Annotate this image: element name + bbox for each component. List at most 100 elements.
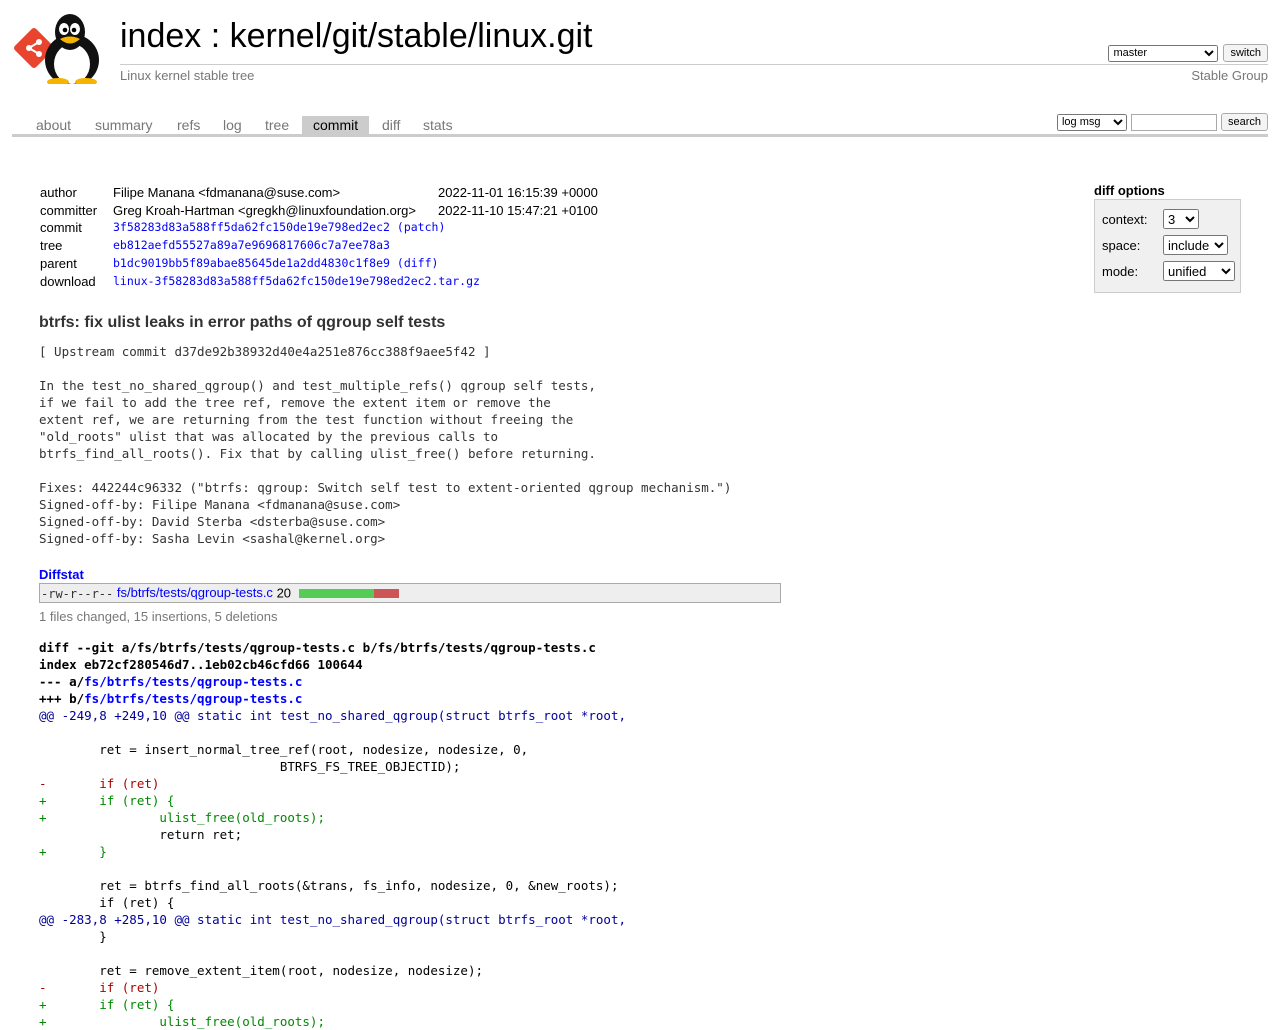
tree-hash-cell: eb812aefd55527a89a7e9696817606c7a7ee78a3 bbox=[113, 237, 598, 255]
diff-hunk-header: @@ -249,8 +249,10 @@ static int test_no_… bbox=[39, 707, 626, 724]
patch-paren: (patch) bbox=[396, 220, 446, 235]
tab-about[interactable]: about bbox=[25, 116, 82, 134]
space-label: space: bbox=[1102, 237, 1141, 253]
diff-removed-line: - if (ret) bbox=[39, 980, 160, 995]
diffstat-file-link[interactable]: fs/btrfs/tests/qgroup-tests.c bbox=[117, 585, 273, 600]
hunk-range: @@ -283,8 +285,10 @@ bbox=[39, 912, 190, 927]
diff-context-line: ret = insert_normal_tree_ref(root, nodes… bbox=[39, 742, 529, 757]
diff-context-line bbox=[39, 724, 626, 741]
diff-file-prefix: +++ b/ bbox=[39, 691, 85, 706]
committer-label: committer bbox=[40, 202, 98, 218]
commit-message-line: Signed-off-by: Sasha Levin <sashal@kerne… bbox=[39, 531, 386, 546]
space-row: space: include bbox=[1102, 235, 1228, 255]
deletions-bar bbox=[373, 589, 399, 599]
commit-message-line: [ Upstream commit d37de92b38932d40e4a251… bbox=[39, 344, 491, 359]
parent-hash-link[interactable]: b1dc9019bb5f89abae85645de1a2dd4830c1f8e9 bbox=[113, 256, 390, 270]
diff-added-line: + if (ret) { bbox=[39, 793, 175, 808]
insertions-bar bbox=[298, 589, 374, 599]
context-row: context: 3 bbox=[1102, 209, 1199, 229]
diff-context-line: ret = remove_extent_item(root, nodesize,… bbox=[39, 963, 484, 978]
context-label: context: bbox=[1102, 211, 1148, 227]
hunk-context: static int test_no_shared_qgroup(struct … bbox=[189, 912, 627, 927]
download-label: download bbox=[40, 273, 96, 289]
mode-label: mode: bbox=[1102, 263, 1139, 279]
diff-file-link[interactable]: fs/btrfs/tests/qgroup-tests.c bbox=[84, 691, 302, 706]
commit-hash-cell: 3f58283d83a588ff5da62fc150de19e798ed2ec2… bbox=[113, 219, 598, 237]
diff-removed-line: - if (ret) bbox=[39, 776, 160, 791]
diff-options-panel: diff options context: 3 space: include m… bbox=[1094, 183, 1241, 293]
diff-context-line: BTRFS_FS_TREE_OBJECTID); bbox=[39, 759, 461, 774]
diff-added-line: + if (ret) { bbox=[39, 997, 175, 1012]
repo-name-link[interactable]: kernel/git/stable/linux.git bbox=[230, 17, 593, 55]
author-row: author Filipe Manana <fdmanana@suse.com>… bbox=[40, 184, 598, 202]
diff-added-line: + ulist_free(old_roots); bbox=[39, 810, 325, 825]
author-label: author bbox=[40, 185, 77, 200]
commit-hash-link[interactable]: 3f58283d83a588ff5da62fc150de19e798ed2ec2 bbox=[113, 220, 390, 234]
commit-message-line: Signed-off-by: Filipe Manana <fdmanana@s… bbox=[39, 497, 401, 512]
title-separator: : bbox=[210, 17, 230, 55]
context-select[interactable]: 3 bbox=[1163, 209, 1199, 229]
space-select[interactable]: include bbox=[1163, 235, 1228, 255]
download-row: download linux-3f58283d83a588ff5da62fc15… bbox=[40, 273, 598, 291]
commit-message-line: Signed-off-by: David Sterba <dsterba@sus… bbox=[39, 514, 386, 529]
tree-row: tree eb812aefd55527a89a7e9696817606c7a7e… bbox=[40, 237, 598, 255]
diff-file-prefix: --- a/ bbox=[39, 674, 85, 689]
parent-diff-link[interactable]: diff bbox=[404, 256, 432, 270]
diff-header-line: --- a/fs/btrfs/tests/qgroup-tests.c bbox=[39, 673, 626, 690]
search-button[interactable]: search bbox=[1220, 113, 1268, 131]
diff-context-line bbox=[39, 945, 626, 962]
search-type-select[interactable]: log msg bbox=[1056, 113, 1127, 131]
search-form: log msg search bbox=[1056, 113, 1268, 131]
tab-tree[interactable]: tree bbox=[254, 116, 300, 134]
commit-info-table: author Filipe Manana <fdmanana@suse.com>… bbox=[40, 184, 598, 290]
diffstat-header-link[interactable]: Diffstat bbox=[39, 567, 84, 582]
diff-context-line: ret = btrfs_find_all_roots(&trans, fs_in… bbox=[39, 878, 619, 893]
commit-message-line bbox=[39, 462, 731, 479]
download-link[interactable]: linux-3f58283d83a588ff5da62fc150de19e798… bbox=[113, 274, 480, 288]
commit-message-line bbox=[39, 360, 731, 377]
hunk-context: static int test_no_shared_qgroup(struct … bbox=[189, 708, 627, 723]
diff-added-line: + } bbox=[39, 844, 107, 859]
tab-summary[interactable]: summary bbox=[84, 116, 164, 134]
tab-diff[interactable]: diff bbox=[371, 116, 411, 134]
tab-log[interactable]: log bbox=[212, 116, 253, 134]
parent-hash-cell: b1dc9019bb5f89abae85645de1a2dd4830c1f8e9… bbox=[113, 255, 598, 273]
diff-header-line: +++ b/fs/btrfs/tests/qgroup-tests.c bbox=[39, 690, 626, 707]
repo-title[interactable]: index : kernel/git/stable/linux.git bbox=[120, 16, 593, 56]
tab-stats[interactable]: stats bbox=[412, 116, 464, 134]
parent-label: parent bbox=[40, 255, 77, 271]
index-link[interactable]: index bbox=[120, 17, 201, 55]
commit-row: commit 3f58283d83a588ff5da62fc150de19e79… bbox=[40, 219, 598, 237]
repo-description: Linux kernel stable tree bbox=[120, 68, 255, 83]
repo-owner: Stable Group bbox=[1191, 68, 1268, 83]
download-cell: linux-3f58283d83a588ff5da62fc150de19e798… bbox=[113, 273, 598, 291]
diff-context-line: return ret; bbox=[39, 827, 243, 842]
diffstat-count: 20 bbox=[276, 585, 292, 601]
commit-message-line: In the test_no_shared_qgroup() and test_… bbox=[39, 378, 596, 393]
commit-message-line: Fixes: 442244c96332 ("btrfs: qgroup: Swi… bbox=[39, 480, 732, 495]
diff-paren: (diff) bbox=[396, 255, 439, 270]
header-divider bbox=[120, 64, 1268, 65]
cgit-logo[interactable] bbox=[14, 12, 110, 86]
search-input[interactable] bbox=[1130, 113, 1217, 131]
diff-options-box: context: 3 space: include mode: unified bbox=[1094, 199, 1241, 293]
branch-switch-form: master switch bbox=[1108, 44, 1268, 62]
mode-select[interactable]: unified bbox=[1163, 261, 1235, 281]
switch-button[interactable]: switch bbox=[1223, 44, 1268, 62]
branch-select[interactable]: master bbox=[1108, 44, 1219, 62]
patch-link[interactable]: patch bbox=[404, 220, 439, 234]
tab-refs[interactable]: refs bbox=[166, 116, 211, 134]
diff-options-title: diff options bbox=[1094, 183, 1165, 198]
commit-label: commit bbox=[40, 220, 82, 236]
diff-context-line bbox=[39, 860, 626, 877]
hunk-range: @@ -249,8 +249,10 @@ bbox=[39, 708, 190, 723]
tree-hash-link[interactable]: eb812aefd55527a89a7e9696817606c7a7ee78a3 bbox=[113, 238, 390, 252]
diff-hunk-header: @@ -283,8 +285,10 @@ static int test_no_… bbox=[39, 911, 626, 928]
diff-header-line: diff --git a/fs/btrfs/tests/qgroup-tests… bbox=[39, 640, 596, 655]
mode-row: mode: unified bbox=[1102, 261, 1235, 281]
diff-view: diff --git a/fs/btrfs/tests/qgroup-tests… bbox=[39, 639, 626, 1030]
diff-file-link[interactable]: fs/btrfs/tests/qgroup-tests.c bbox=[84, 674, 302, 689]
author-date: 2022-11-01 16:15:39 +0000 bbox=[438, 185, 598, 200]
tab-commit[interactable]: commit bbox=[302, 116, 370, 134]
commit-message-line: if we fail to add the tree ref, remove t… bbox=[39, 395, 551, 410]
